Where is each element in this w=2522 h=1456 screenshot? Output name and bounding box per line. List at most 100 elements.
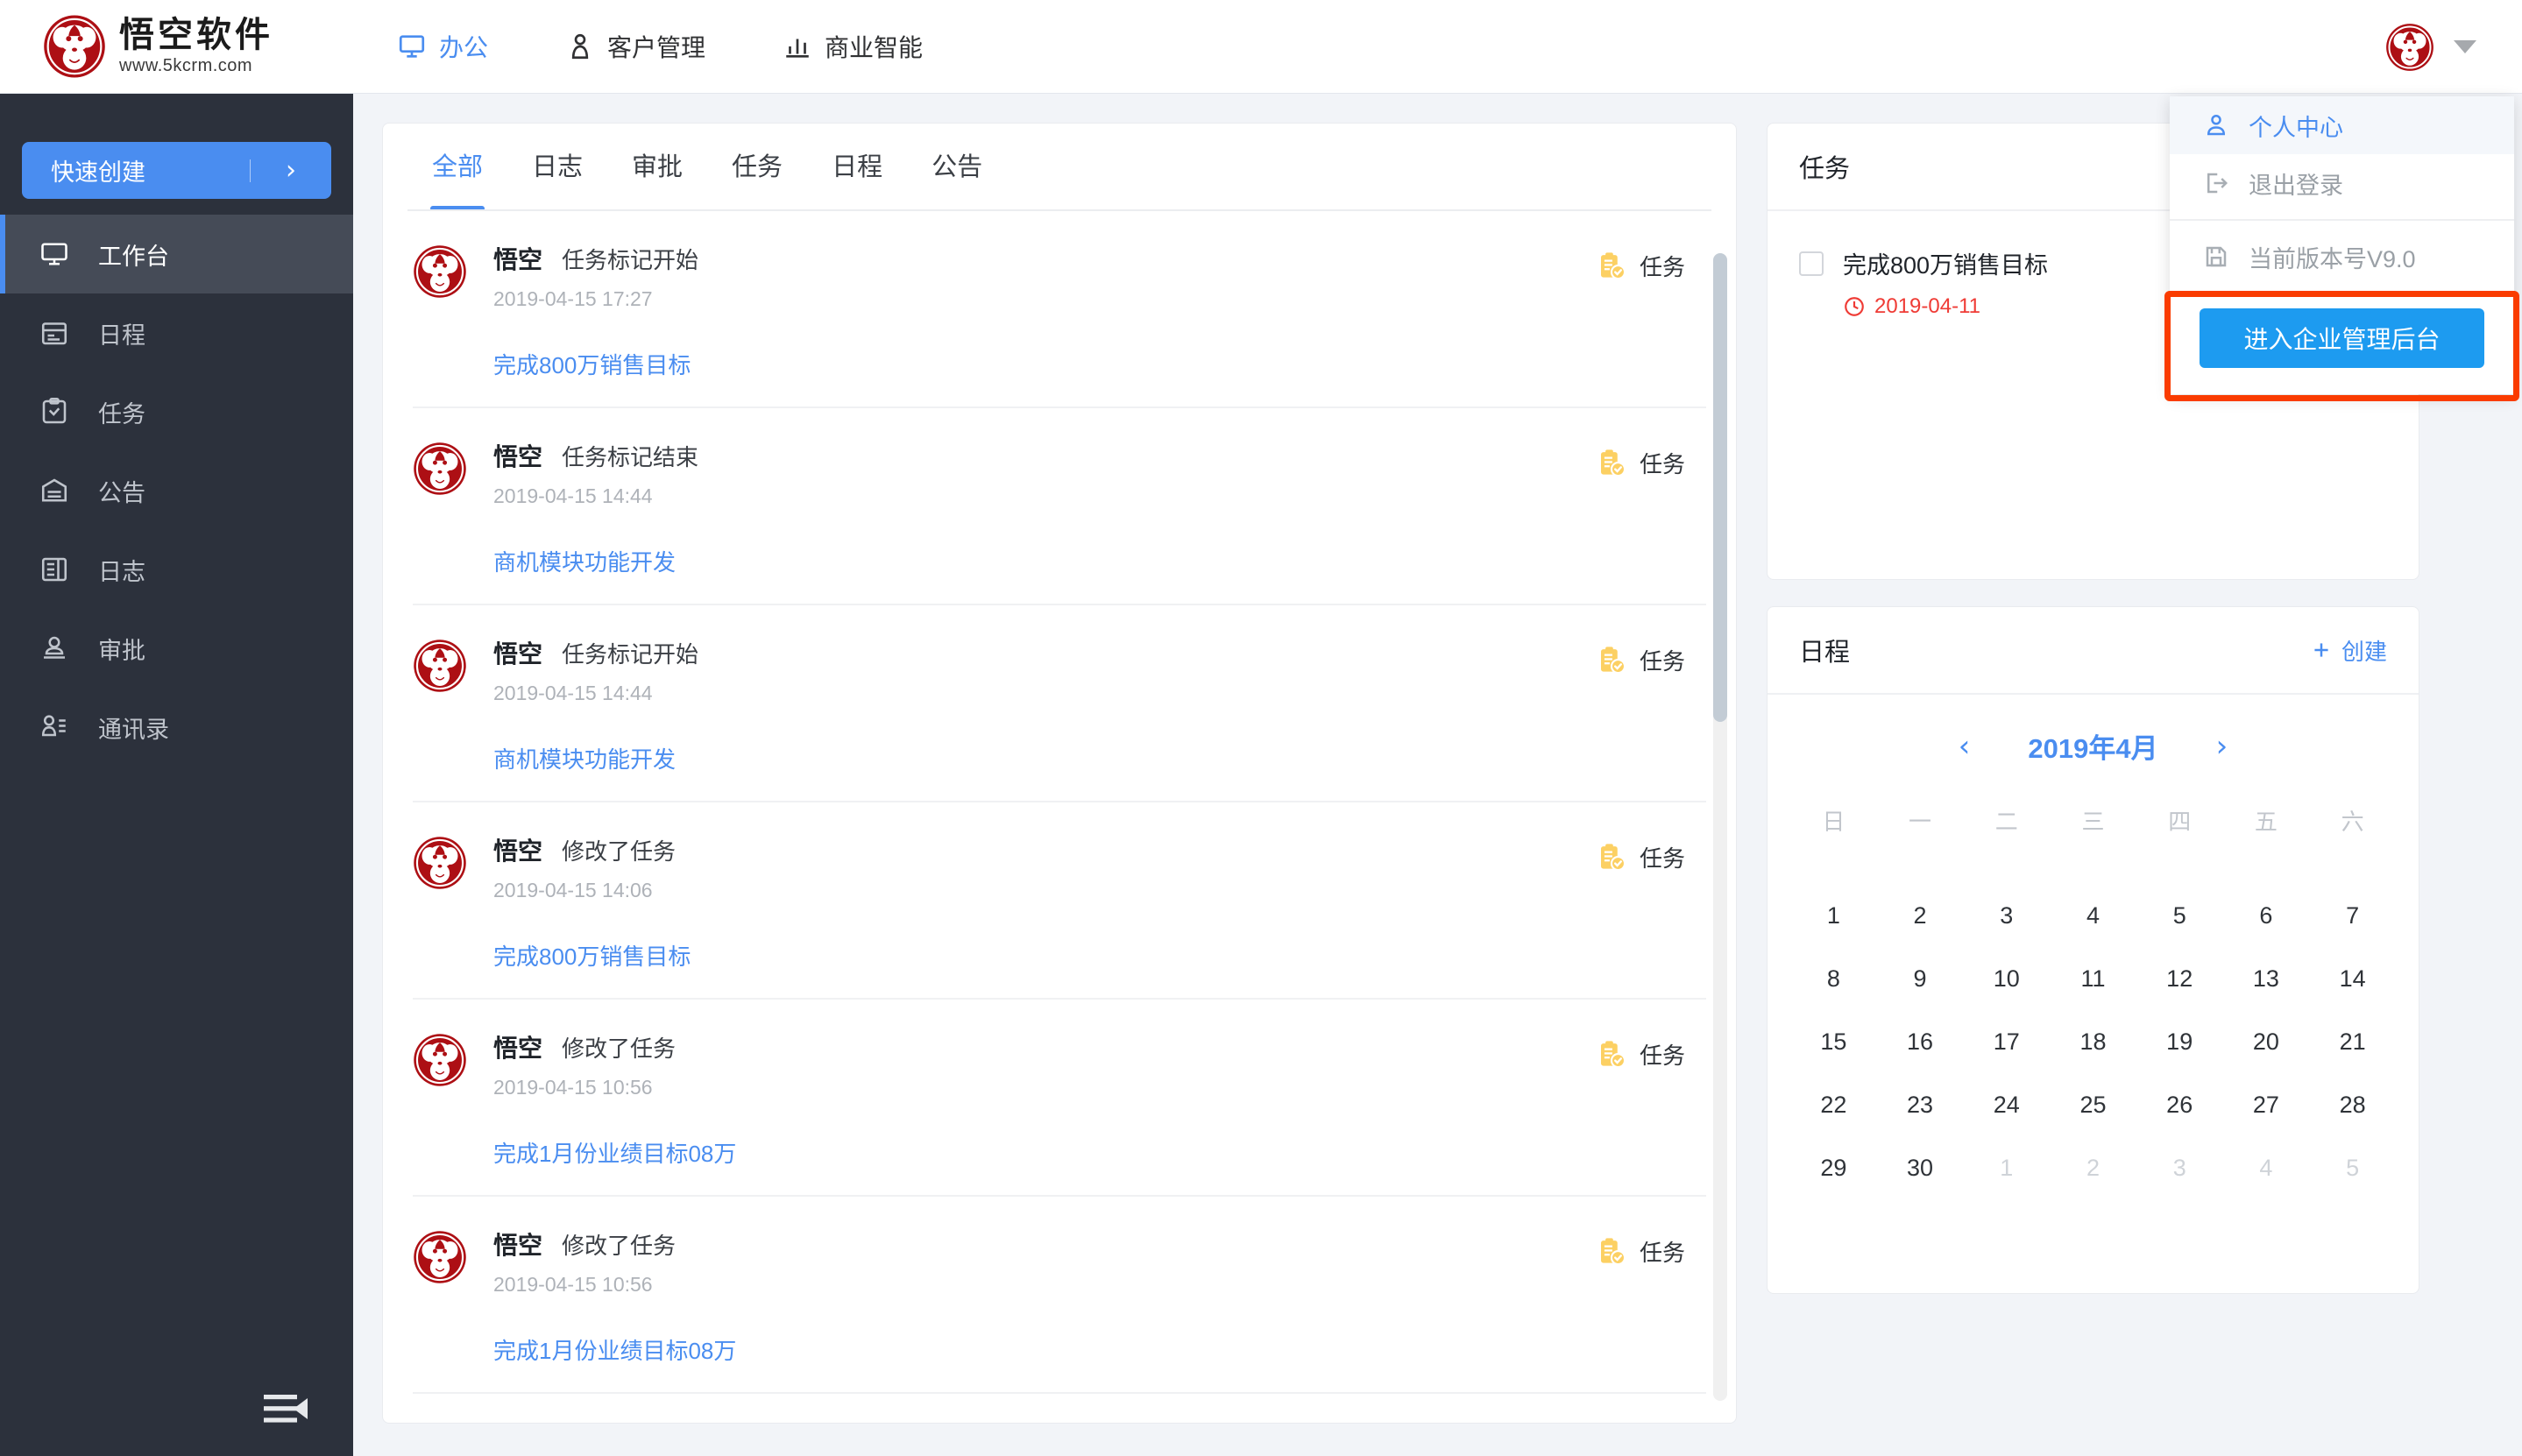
task-checkbox[interactable] bbox=[1799, 251, 1824, 276]
calendar-day[interactable]: 26 bbox=[2136, 1073, 2223, 1136]
menu-item-logout[interactable]: 退出登录 bbox=[2170, 154, 2514, 212]
collapse-sidebar-icon[interactable] bbox=[264, 1391, 311, 1426]
feed-link[interactable]: 商机模块功能开发 bbox=[493, 545, 1706, 577]
feed-list: 悟空 任务标记开始 2019-04-15 17:27 完成800万销售目标 任务 悟空 任务… bbox=[383, 211, 1736, 1423]
feed-row[interactable]: 悟空 任务标记结束 2019-04-15 14:44 商机模块功能开发 任务 bbox=[413, 408, 1706, 605]
feed-action: 任务标记开始 bbox=[562, 247, 699, 273]
calendar-day[interactable]: 9 bbox=[1877, 947, 1964, 1010]
calendar-day[interactable]: 8 bbox=[1790, 947, 1877, 1010]
monkey-avatar-icon bbox=[414, 640, 466, 692]
calendar-day[interactable]: 6 bbox=[2223, 884, 2310, 947]
feed-link[interactable]: 完成800万销售目标 bbox=[493, 939, 1706, 972]
calendar-day[interactable]: 20 bbox=[2223, 1010, 2310, 1073]
menu-item-version: 当前版本号V9.0 bbox=[2170, 228, 2514, 286]
menu-item-personal-center[interactable]: 个人中心 bbox=[2170, 96, 2514, 154]
tab-approval[interactable]: 审批 bbox=[607, 124, 707, 211]
feed-headline: 悟空 任务标记开始 bbox=[493, 241, 1706, 276]
calendar-day[interactable]: 14 bbox=[2309, 947, 2396, 1010]
nav-item-office[interactable]: 办公 bbox=[397, 29, 488, 64]
feed-link[interactable]: 商机模块功能开发 bbox=[493, 742, 1706, 774]
tab-journal[interactable]: 日志 bbox=[507, 124, 607, 211]
feed-scrollbar-thumb[interactable] bbox=[1713, 253, 1727, 722]
calendar-day[interactable]: 10 bbox=[1963, 947, 2050, 1010]
calendar-day[interactable]: 1 bbox=[1963, 1136, 2050, 1199]
sidebar-item-task[interactable]: 任务 bbox=[0, 372, 353, 451]
calendar-day[interactable]: 28 bbox=[2309, 1073, 2396, 1136]
calendar-nav: ‹ 2019年4月 › bbox=[1768, 726, 2419, 766]
calendar-day[interactable]: 7 bbox=[2309, 884, 2396, 947]
feed-action: 修改了任务 bbox=[562, 838, 677, 865]
chevron-right-icon[interactable]: › bbox=[251, 155, 331, 186]
feed-link[interactable]: 完成1月份业绩目标08万 bbox=[493, 1333, 1706, 1366]
task-clipboard-check-icon bbox=[1600, 1237, 1626, 1265]
feed-link[interactable]: 完成1月份业绩目标08万 bbox=[493, 1136, 1706, 1169]
calendar-day[interactable]: 16 bbox=[1877, 1010, 1964, 1073]
workbench-monitor-icon bbox=[41, 243, 67, 265]
feed-headline: 悟空 任务标记开始 bbox=[493, 635, 1706, 670]
calendar-day[interactable]: 11 bbox=[2050, 947, 2136, 1010]
tab-schedule[interactable]: 日程 bbox=[807, 124, 907, 211]
calendar-day[interactable]: 5 bbox=[2136, 884, 2223, 947]
calendar-day[interactable]: 13 bbox=[2223, 947, 2310, 1010]
nav-item-customer[interactable]: 客户管理 bbox=[565, 29, 705, 64]
chevron-right-icon[interactable]: › bbox=[2216, 732, 2228, 761]
calendar-day[interactable]: 19 bbox=[2136, 1010, 2223, 1073]
calendar-day[interactable]: 18 bbox=[2050, 1010, 2136, 1073]
calendar-day[interactable]: 25 bbox=[2050, 1073, 2136, 1136]
calendar-day[interactable]: 29 bbox=[1790, 1136, 1877, 1199]
calendar-day[interactable]: 4 bbox=[2223, 1136, 2310, 1199]
chevron-down-icon[interactable] bbox=[2454, 40, 2476, 53]
feed-tag: 任务 bbox=[1596, 644, 1685, 676]
feed-link[interactable]: 完成800万销售目标 bbox=[493, 348, 1706, 380]
sidebar-item-approval[interactable]: 审批 bbox=[0, 609, 353, 688]
calendar-day[interactable]: 23 bbox=[1877, 1073, 1964, 1136]
sidebar-item-journal[interactable]: 日志 bbox=[0, 530, 353, 609]
nav-item-bi-label: 商业智能 bbox=[825, 34, 924, 61]
sidebar-item-announcement[interactable]: 公告 bbox=[0, 451, 353, 530]
sidebar-item-workbench[interactable]: 工作台 bbox=[0, 215, 353, 293]
monkey-avatar-icon bbox=[414, 442, 466, 495]
calendar-day[interactable]: 17 bbox=[1963, 1010, 2050, 1073]
sidebar-item-contacts[interactable]: 通讯录 bbox=[0, 688, 353, 767]
calendar-day[interactable]: 2 bbox=[2050, 1136, 2136, 1199]
tab-all[interactable]: 全部 bbox=[407, 124, 507, 211]
calendar-day[interactable]: 1 bbox=[1790, 884, 1877, 947]
feed-scrollbar-track[interactable] bbox=[1713, 253, 1727, 1401]
tab-task[interactable]: 任务 bbox=[707, 124, 807, 211]
calendar-month-label: 2019年4月 bbox=[2028, 733, 2158, 764]
calendar-day[interactable]: 5 bbox=[2309, 1136, 2396, 1199]
feed-row[interactable]: 悟空 任务标记开始 2019-04-15 14:44 商机模块功能开发 任务 bbox=[413, 605, 1706, 802]
calendar-day[interactable]: 21 bbox=[2309, 1010, 2396, 1073]
calendar-day[interactable]: 3 bbox=[2136, 1136, 2223, 1199]
calendar-day[interactable]: 15 bbox=[1790, 1010, 1877, 1073]
feed-row[interactable]: 悟空 任务标记开始 2019-04-15 17:27 完成800万销售目标 任务 bbox=[413, 211, 1706, 408]
chevron-left-icon[interactable]: ‹ bbox=[1959, 732, 1971, 761]
sidebar-item-workbench-label: 工作台 bbox=[98, 243, 169, 270]
calendar-day[interactable]: 22 bbox=[1790, 1073, 1877, 1136]
calendar-day[interactable]: 12 bbox=[2136, 947, 2223, 1010]
brand[interactable]: 悟空软件 www.5kcrm.com bbox=[42, 14, 344, 79]
feed-tag: 任务 bbox=[1596, 841, 1685, 873]
feed-tag-label: 任务 bbox=[1639, 451, 1685, 477]
calendar-day[interactable]: 4 bbox=[2050, 884, 2136, 947]
nav-item-bi[interactable]: 商业智能 bbox=[783, 29, 923, 64]
sidebar-item-schedule[interactable]: 日程 bbox=[0, 293, 353, 372]
monkey-avatar-icon[interactable] bbox=[2385, 23, 2434, 72]
calendar-day[interactable]: 27 bbox=[2223, 1073, 2310, 1136]
calendar-day[interactable]: 24 bbox=[1963, 1073, 2050, 1136]
sidebar-item-journal-label: 日志 bbox=[98, 558, 145, 585]
create-schedule-button[interactable]: 创建 bbox=[2310, 634, 2387, 667]
calendar-day[interactable]: 30 bbox=[1877, 1136, 1964, 1199]
tab-announcement[interactable]: 公告 bbox=[907, 124, 1007, 211]
task-name: 完成800万销售目标 bbox=[1843, 252, 2049, 279]
schedule-panel-header: 日程 创建 bbox=[1768, 607, 2419, 695]
feed-time: 2019-04-15 10:56 bbox=[493, 1076, 653, 1099]
calendar-day[interactable]: 2 bbox=[1877, 884, 1964, 947]
feed-row[interactable]: 悟空 修改了任务 2019-04-15 10:56 完成1月份业绩目标08万 任务 bbox=[413, 1197, 1706, 1394]
calendar-day[interactable]: 3 bbox=[1963, 884, 2050, 947]
feed-row[interactable]: 悟空 修改了任务 2019-04-15 10:56 完成1月份业绩目标08万 任务 bbox=[413, 1000, 1706, 1197]
sidebar-item-contacts-label: 通讯录 bbox=[98, 716, 169, 743]
feed-row[interactable]: 悟空 修改了任务 2019-04-15 14:06 完成800万销售目标 任务 bbox=[413, 802, 1706, 1000]
quick-create-button[interactable]: 快速创建 › bbox=[22, 142, 331, 199]
enter-admin-console-button[interactable]: 进入企业管理后台 bbox=[2200, 308, 2484, 368]
